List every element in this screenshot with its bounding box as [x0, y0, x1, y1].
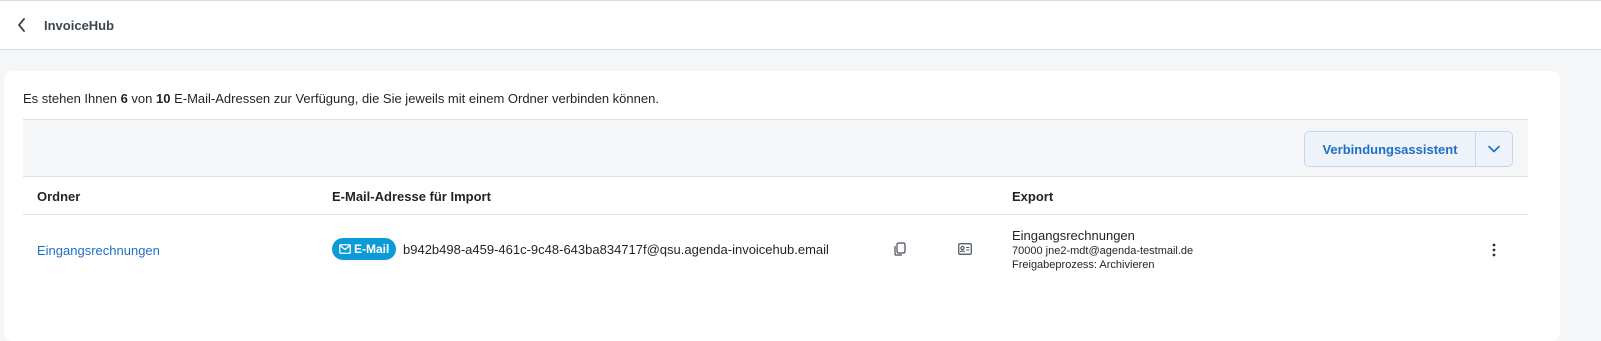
copy-button[interactable]	[890, 239, 910, 259]
import-email-address: b942b498-a459-461c-9c48-643ba834717f@qsu…	[403, 242, 829, 257]
column-header-folder: Ordner	[37, 189, 81, 204]
top-bar: InvoiceHub	[0, 0, 1601, 50]
intro-suffix: E-Mail-Adressen zur Verfügung, die Sie j…	[170, 91, 659, 106]
back-button[interactable]	[12, 15, 32, 35]
total-count: 10	[156, 91, 171, 106]
intro-middle: von	[127, 91, 156, 106]
email-badge: E-Mail	[332, 238, 397, 260]
main-card: Es stehen Ihnen 6 von 10 E-Mail-Adressen…	[4, 71, 1560, 341]
row-more-button[interactable]	[1484, 240, 1504, 260]
assistant-button[interactable]: Verbindungsassistent	[1305, 132, 1476, 166]
export-mail-line: 70000 jne2-mdt@agenda-testmail.de	[1012, 245, 1194, 257]
export-process-line: Freigabeprozess: Archivieren	[1012, 259, 1155, 271]
contact-card-icon	[958, 243, 972, 255]
email-badge-label: E-Mail	[354, 242, 390, 256]
more-vertical-icon	[1492, 243, 1496, 257]
column-header-export: Export	[1012, 189, 1054, 204]
intro-text: Es stehen Ihnen 6 von 10 E-Mail-Adressen…	[23, 91, 659, 106]
table-toolbar: Verbindungsassistent	[23, 119, 1528, 177]
assistant-split-button: Verbindungsassistent	[1304, 131, 1513, 167]
copy-icon	[894, 242, 906, 256]
folder-link[interactable]: Eingangsrechnungen	[37, 243, 160, 258]
table-header: Ordner E-Mail-Adresse für Import Export	[23, 177, 1528, 215]
export-cell: Eingangsrechnungen 70000 jne2-mdt@agenda…	[1012, 228, 1193, 271]
chevron-down-icon	[1488, 145, 1500, 153]
intro-prefix: Es stehen Ihnen	[23, 91, 121, 106]
column-header-email: E-Mail-Adresse für Import	[332, 189, 491, 204]
used-count: 6	[120, 91, 128, 106]
chevron-left-icon	[18, 18, 25, 32]
assistant-dropdown-button[interactable]	[1476, 132, 1512, 166]
mail-icon	[339, 244, 351, 254]
contact-card-button[interactable]	[955, 239, 975, 259]
export-title: Eingangsrechnungen	[1012, 228, 1135, 243]
table-row: Eingangsrechnungen E-Mail b942b498-a459-…	[23, 216, 1528, 288]
app-title: InvoiceHub	[44, 18, 115, 33]
